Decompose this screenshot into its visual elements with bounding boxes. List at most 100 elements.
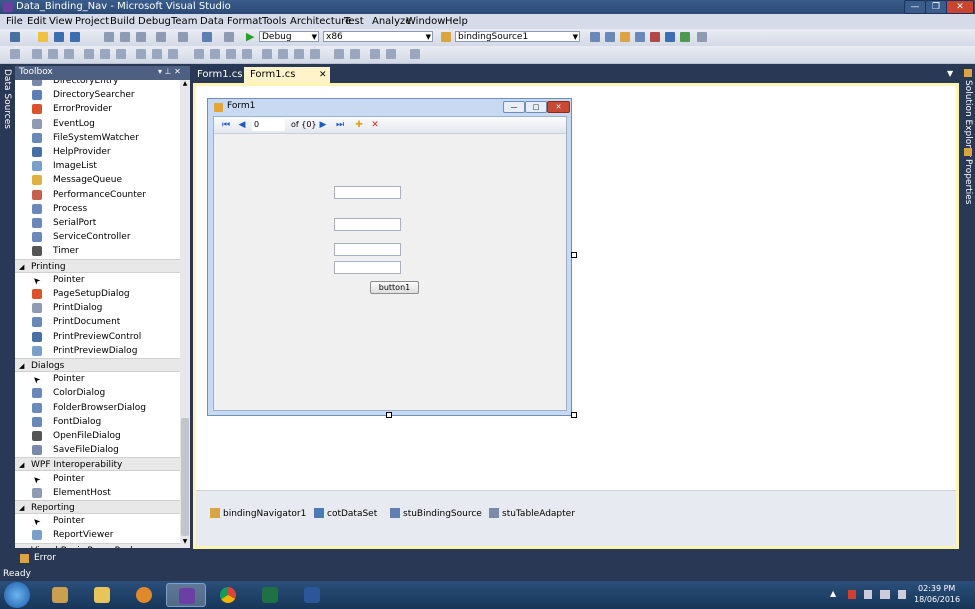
scrollbar-thumb[interactable] — [181, 418, 189, 536]
align-lefts-icon[interactable] — [32, 49, 42, 59]
toolbox-item[interactable]: FileSystemWatcher — [15, 131, 180, 145]
taskbar-tools[interactable] — [40, 583, 80, 607]
new-project-icon[interactable] — [10, 32, 20, 42]
cut-icon[interactable] — [104, 32, 114, 42]
resize-handle-right[interactable] — [571, 252, 577, 258]
toolbox-category[interactable]: ◢ Dialogs — [15, 358, 180, 372]
tab-order-icon[interactable] — [410, 49, 420, 59]
expand-triangle-icon[interactable]: ◢ — [19, 458, 24, 472]
menu-project[interactable]: Project — [75, 14, 109, 29]
battery-icon[interactable] — [864, 590, 872, 599]
menu-help[interactable]: Help — [445, 14, 468, 29]
textbox-4[interactable] — [334, 261, 401, 274]
data-sources-icon[interactable] — [665, 32, 675, 42]
toolbox-category[interactable]: ◢ WPF Interoperability — [15, 457, 180, 472]
tab-form1-cs[interactable]: Form1.cs — [191, 67, 243, 83]
restore-button[interactable]: ❐ — [925, 0, 947, 14]
menu-tools[interactable]: Tools — [262, 14, 287, 29]
redo-icon[interactable] — [178, 32, 188, 42]
menu-build[interactable]: Build — [110, 14, 135, 29]
toolbox-item[interactable]: ErrorProvider — [15, 102, 180, 116]
button1[interactable]: button1 — [370, 281, 419, 294]
align-rights-icon[interactable] — [64, 49, 74, 59]
toolbox-category[interactable]: ◢ Visual Basic PowerPacks — [15, 542, 180, 548]
design-surface[interactable]: Form1 — □ ✕ ⏮ ◀ 0 of {0} ▶ ⏭ ✚ ✕ button1 — [196, 86, 956, 490]
decrease-vertical-spacing-icon[interactable] — [294, 49, 304, 59]
scroll-down-icon[interactable]: ▼ — [181, 538, 189, 546]
menu-test[interactable]: Test — [344, 14, 364, 29]
find-icon[interactable] — [441, 32, 451, 42]
form1-title-bar[interactable]: Form1 — □ ✕ — [208, 99, 571, 115]
toolbox-item[interactable]: ElementHost — [15, 486, 180, 500]
open-file-icon[interactable] — [38, 32, 48, 42]
tray-component[interactable]: stuBindingSource — [390, 508, 482, 520]
scroll-up-icon[interactable]: ▲ — [181, 80, 189, 88]
menu-view[interactable]: View — [49, 14, 73, 29]
solution-explorer-icon[interactable] — [590, 32, 600, 42]
platform-combo[interactable]: x86 ▼ — [323, 31, 433, 42]
menu-debug[interactable]: Debug — [138, 14, 171, 29]
toolbox-item[interactable]: Process — [15, 202, 180, 216]
taskbar-excel[interactable] — [250, 583, 290, 607]
chevron-down-icon[interactable]: ▼ — [947, 69, 953, 78]
form1-window[interactable]: Form1 — □ ✕ ⏮ ◀ 0 of {0} ▶ ⏭ ✚ ✕ button1 — [207, 98, 572, 416]
toolbox-icon[interactable] — [635, 32, 645, 42]
align-middles-icon[interactable] — [100, 49, 110, 59]
expand-triangle-icon[interactable]: ◢ — [19, 260, 24, 274]
properties-tab[interactable]: Properties — [963, 159, 973, 204]
toolbox-item[interactable]: PageSetupDialog — [15, 287, 180, 301]
solution-icon[interactable] — [224, 32, 234, 42]
horizontal-spacing-icon[interactable] — [194, 49, 204, 59]
toolbox-item[interactable]: SerialPort — [15, 216, 180, 230]
toolbox-item[interactable]: MessageQueue — [15, 173, 180, 187]
center-horizontally-icon[interactable] — [334, 49, 344, 59]
server-explorer-icon[interactable] — [680, 32, 690, 42]
data-sources-tab[interactable]: Data Sources — [2, 69, 12, 129]
error-list-tab[interactable]: Error List — [14, 551, 74, 578]
start-debugging-icon[interactable]: ▶ — [246, 30, 254, 43]
send-to-back-icon[interactable] — [386, 49, 396, 59]
expand-triangle-icon[interactable]: ◢ — [19, 501, 24, 515]
toolbox-item[interactable]: OpenFileDialog — [15, 429, 180, 443]
toolbox-item[interactable]: PrintDocument — [15, 315, 180, 329]
expand-triangle-icon[interactable]: ◢ — [19, 544, 24, 548]
tray-component[interactable]: cotDataSet — [314, 508, 377, 520]
remove-horizontal-spacing-icon[interactable] — [242, 49, 252, 59]
clock-date[interactable]: 18/06/2016 — [914, 595, 960, 604]
tray-alert-icon[interactable] — [848, 590, 856, 599]
increase-vertical-spacing-icon[interactable] — [278, 49, 288, 59]
undo-icon[interactable] — [156, 32, 166, 42]
toolbox-category[interactable]: ◢ Reporting — [15, 500, 180, 514]
decrease-horizontal-spacing-icon[interactable] — [226, 49, 236, 59]
menu-team[interactable]: Team — [171, 14, 197, 29]
tray-component[interactable]: bindingNavigator1 — [210, 508, 306, 520]
textbox-3[interactable] — [334, 243, 401, 256]
navigate-backward-icon[interactable] — [202, 32, 212, 42]
toolbox-item[interactable]: HelpProvider — [15, 145, 180, 159]
add-new-icon[interactable]: ✚ — [353, 119, 365, 131]
increase-horizontal-spacing-icon[interactable] — [210, 49, 220, 59]
toolbox-item[interactable]: DirectoryEntry — [15, 80, 180, 88]
toolbox-item[interactable]: PerformanceCounter — [15, 188, 180, 202]
taskbar-explorer[interactable] — [82, 583, 122, 607]
properties-icon[interactable] — [605, 32, 615, 42]
bring-to-front-icon[interactable] — [370, 49, 380, 59]
configuration-combo[interactable]: Debug ▼ — [259, 31, 319, 42]
toolbox-item[interactable]: ServiceController — [15, 230, 180, 244]
toolbox-item[interactable]: SaveFileDialog — [15, 443, 180, 457]
textbox-2[interactable] — [334, 218, 401, 231]
menu-data[interactable]: Data — [200, 14, 224, 29]
start-button[interactable] — [4, 582, 30, 608]
object-browser-icon[interactable] — [620, 32, 630, 42]
align-bottoms-icon[interactable] — [116, 49, 126, 59]
toolbox-item[interactable]: ImageList — [15, 159, 180, 173]
menu-architecture[interactable]: Architecture — [290, 14, 351, 29]
menu-window[interactable]: Window — [406, 14, 445, 29]
toolbox-item[interactable]: EventLog — [15, 117, 180, 131]
window-layout-icon[interactable] — [697, 32, 707, 42]
binding-source-combo[interactable]: bindingSource1 ▼ — [455, 31, 580, 42]
align-to-grid-icon[interactable] — [10, 49, 20, 59]
menu-file[interactable]: File — [6, 14, 23, 29]
volume-icon[interactable] — [898, 590, 906, 599]
menu-format[interactable]: Format — [227, 14, 262, 29]
